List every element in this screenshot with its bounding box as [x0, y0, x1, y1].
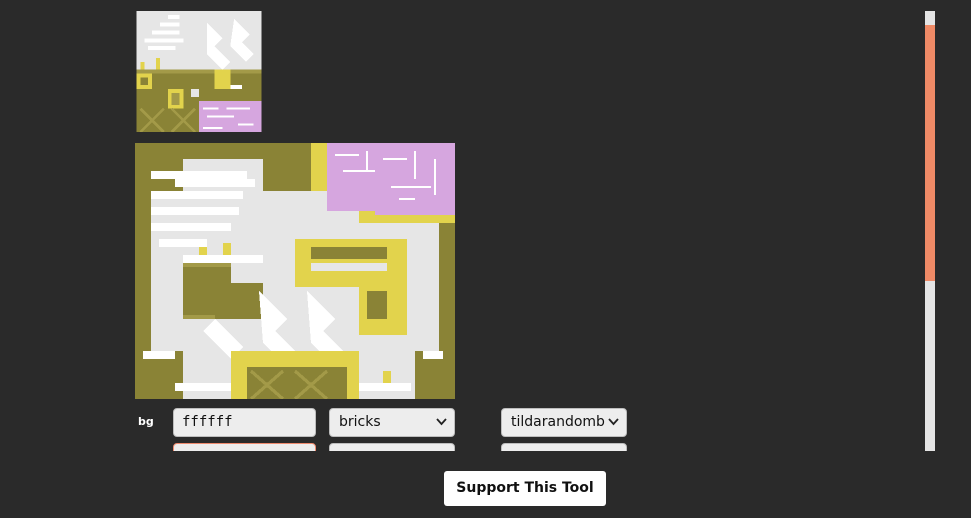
next-color-field[interactable]: [173, 443, 316, 451]
bg-row-label: bg: [138, 415, 154, 428]
chevron-down-icon: [436, 418, 447, 426]
bg-color-field[interactable]: ffffff: [173, 408, 316, 437]
next-style-select[interactable]: [501, 443, 627, 451]
bg-style-select-value: tildarandomb: [511, 414, 605, 430]
bg-style-select[interactable]: tildarandomb: [501, 408, 627, 437]
tileset-preview: [136, 11, 262, 136]
bg-pattern-select-value: bricks: [339, 414, 381, 430]
editor-scroll-area: bg ffffff bricks tildarandomb: [0, 0, 937, 451]
scrollbar-track[interactable]: [925, 11, 935, 451]
support-this-tool-button[interactable]: Support This Tool: [444, 471, 606, 506]
map-preview: [135, 143, 455, 399]
next-pattern-select[interactable]: [329, 443, 455, 451]
bg-pattern-select[interactable]: bricks: [329, 408, 455, 437]
scrollbar-thumb[interactable]: [925, 25, 935, 281]
chevron-down-icon: [608, 418, 619, 426]
